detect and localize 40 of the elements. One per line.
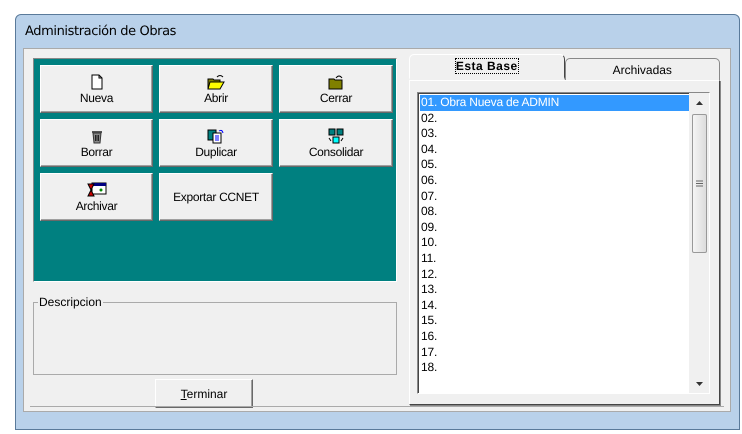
folder-icon bbox=[327, 74, 345, 90]
command-button[interactable]: Borrar bbox=[40, 119, 153, 167]
command-button[interactable]: Exportar CCNET bbox=[159, 173, 273, 221]
list-item[interactable]: 02. bbox=[420, 110, 689, 126]
command-button[interactable]: Abrir bbox=[159, 65, 273, 113]
command-button[interactable]: Consolidar bbox=[279, 119, 393, 167]
list-item[interactable]: 17. bbox=[420, 344, 689, 360]
tab[interactable]: Esta Base bbox=[409, 54, 564, 80]
command-button[interactable]: Cerrar bbox=[279, 65, 393, 113]
list-item[interactable]: 03. bbox=[420, 126, 689, 142]
list-item[interactable]: 07. bbox=[420, 188, 689, 204]
list-item[interactable]: 08. bbox=[420, 204, 689, 220]
hourglass-icon bbox=[86, 182, 106, 198]
list-item[interactable]: 12. bbox=[420, 266, 689, 282]
list-item[interactable]: 05. bbox=[420, 157, 689, 173]
copy-icon bbox=[207, 128, 225, 144]
list-item[interactable]: 13. bbox=[420, 282, 689, 298]
tab[interactable]: Archivadas bbox=[564, 58, 720, 80]
group-label: Descripcion bbox=[38, 295, 103, 309]
command-button[interactable]: Duplicar bbox=[159, 119, 273, 167]
up-arrow-icon[interactable] bbox=[694, 100, 704, 106]
command-button[interactable]: Nueva bbox=[40, 65, 153, 113]
down-arrow-icon[interactable] bbox=[694, 381, 704, 387]
list-item[interactable]: 18. bbox=[420, 360, 689, 376]
list-item[interactable]: 15. bbox=[420, 313, 689, 329]
list-item[interactable]: 06. bbox=[420, 172, 689, 189]
list-item[interactable]: 14. bbox=[420, 298, 689, 314]
scroll-thumb[interactable] bbox=[692, 114, 706, 253]
command-button[interactable]: Archivar bbox=[40, 173, 153, 221]
folder-icon bbox=[207, 74, 225, 90]
document-icon bbox=[90, 74, 104, 90]
list-item[interactable]: 11. bbox=[420, 250, 689, 267]
finish-button[interactable]: Terminar bbox=[155, 379, 253, 408]
list-item[interactable]: 09. bbox=[420, 220, 689, 236]
list-item[interactable]: 16. bbox=[420, 328, 689, 344]
documents-icon bbox=[327, 128, 345, 144]
window-title: Administración de Obras bbox=[24, 23, 178, 41]
list-item[interactable]: 04. bbox=[420, 142, 689, 158]
scroll-bar[interactable] bbox=[689, 93, 709, 393]
list-item[interactable]: 10. bbox=[420, 235, 689, 251]
